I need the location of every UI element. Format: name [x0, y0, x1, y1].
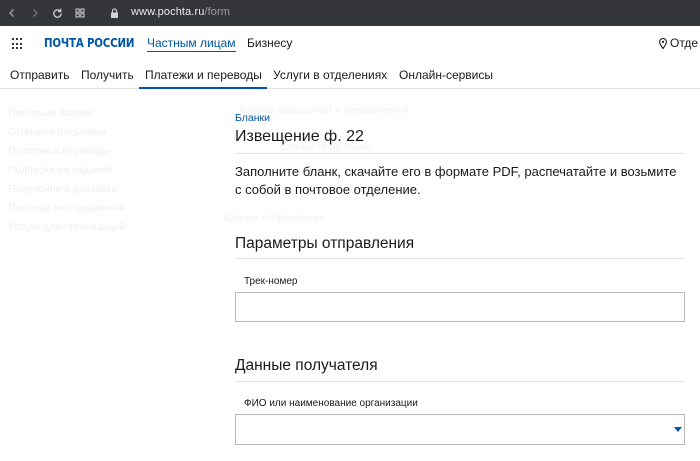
nav-item-receive[interactable]: Получить — [81, 68, 134, 82]
divider — [235, 258, 685, 259]
header-link-private[interactable]: Частным лицам — [147, 36, 236, 52]
section-title-recipient: Данные получателя — [235, 357, 378, 374]
main-nav: Отправить Получить Платежи и переводы Ус… — [0, 60, 700, 89]
location-pin-icon — [659, 37, 667, 49]
forward-icon[interactable] — [25, 0, 45, 26]
sidebar-item[interactable]: Отправка письмами — [8, 123, 218, 142]
address-bar[interactable]: www.pochta.ru/form — [131, 6, 230, 18]
reload-icon[interactable] — [47, 0, 67, 26]
lock-icon[interactable] — [104, 0, 124, 26]
chevron-down-icon[interactable] — [674, 427, 682, 432]
track-number-label: Трек-номер — [244, 276, 298, 287]
divider — [235, 153, 685, 154]
page-title: Извещение ф. 22 — [235, 128, 364, 145]
header-link-business[interactable]: Бизнесу — [247, 36, 292, 50]
tabs-grid-icon[interactable] — [70, 0, 90, 26]
intro-text: Заполните бланк, скачайте его в формате … — [235, 164, 677, 197]
sidebar-item[interactable]: Почтовые бланки — [8, 104, 218, 123]
nav-item-services[interactable]: Услуги в отделениях — [273, 68, 387, 82]
browser-toolbar: www.pochta.ru/form — [0, 0, 700, 26]
recipient-select[interactable] — [235, 414, 685, 445]
sidebar-item[interactable]: Платежи и переводы — [8, 142, 218, 161]
recipient-label: ФИО или наименование организации — [244, 398, 418, 409]
nav-item-send[interactable]: Отправить — [10, 68, 70, 82]
location-label: Отде — [670, 36, 699, 50]
sidebar-menu: Почтовые бланки Отправка письмами Платеж… — [8, 104, 218, 237]
location-selector[interactable]: Отде — [659, 36, 698, 50]
sidebar-item[interactable]: Подписка на издания — [8, 161, 218, 180]
track-number-input[interactable] — [235, 292, 685, 322]
sidebar-item[interactable]: Получение и доставка — [8, 180, 218, 199]
nav-active-indicator — [139, 87, 267, 89]
back-icon[interactable] — [2, 0, 22, 26]
sidebar-item[interactable]: Услуги для организаций — [8, 218, 218, 237]
url-path: /form — [204, 6, 231, 18]
section-title-shipment: Параметры отправления — [235, 235, 415, 252]
sidebar-item[interactable]: Посылки и отправления — [8, 199, 218, 218]
site-header: ПОЧТА РОССИИ Частным лицам Бизнесу Отде — [0, 26, 700, 60]
nav-item-payments[interactable]: Платежи и переводы — [145, 68, 262, 82]
divider — [235, 381, 685, 382]
apps-grid-icon[interactable] — [12, 38, 24, 50]
url-host: www.pochta.ru — [131, 6, 205, 18]
breadcrumb[interactable]: Бланки — [235, 112, 270, 124]
logo[interactable]: ПОЧТА РОССИИ — [44, 36, 134, 50]
nav-item-online[interactable]: Онлайн-сервисы — [399, 68, 493, 82]
ghost-text: Бланки отправления — [224, 212, 325, 224]
